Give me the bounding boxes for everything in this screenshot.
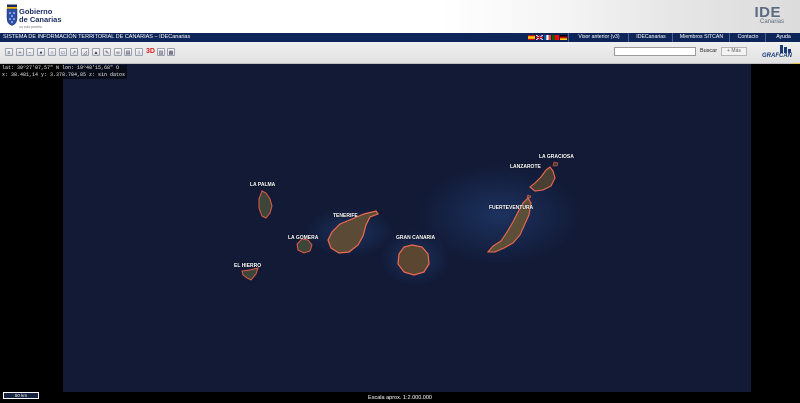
nav-link-visor-anterior[interactable]: Visor anterior (v3) — [568, 33, 629, 42]
satellite-map — [63, 64, 751, 392]
nav-link-ayuda[interactable]: Ayuda — [765, 33, 800, 42]
flag-pt-icon[interactable] — [552, 34, 559, 40]
label-el-hierro: EL HIERRO — [234, 263, 262, 269]
header-banner — [440, 0, 800, 33]
grafcan-brand[interactable]: GRAFCAN — [762, 53, 792, 60]
label-la-gomera: LA GOMERA — [288, 235, 319, 241]
search-input[interactable] — [614, 47, 696, 56]
map-view[interactable]: lat: 30º27'07,57" N lon: 19º48'15,68" O … — [0, 64, 800, 392]
more-button[interactable]: + Más — [721, 47, 747, 56]
flag-de-icon[interactable] — [560, 34, 567, 40]
print-icon[interactable]: ▤ — [124, 48, 132, 56]
globe-icon[interactable]: ● — [37, 48, 45, 56]
label-gran-canaria: GRAN CANARIA — [396, 235, 436, 241]
navbar: SISTEMA DE INFORMACIÓN TERRITORIAL DE CA… — [0, 33, 800, 42]
zoom-extent-icon[interactable]: ○ — [48, 48, 56, 56]
nav-link-idecanarias[interactable]: IDECanarias — [628, 33, 673, 42]
logo-tagline: un solo pueblo — [19, 24, 42, 29]
scale-text: Escala aprox. 1:2.000.000 — [368, 395, 432, 401]
header: Gobierno de Canarias un solo pueblo IDE … — [0, 0, 800, 33]
label-lanzarote: LANZAROTE — [510, 164, 541, 170]
label-tenerife: TENERIFE — [333, 213, 358, 219]
split-view-icon[interactable]: ▥ — [157, 48, 165, 56]
info-icon[interactable]: i — [135, 48, 143, 56]
flag-es-icon[interactable] — [528, 34, 535, 40]
coords-xyz: x: 38.481,14 y: 3.378.704,85 z: sin dato… — [2, 72, 126, 78]
logo-line2[interactable]: de Canarias — [19, 16, 62, 24]
nav-link-miembros-sitcan[interactable]: Miembros SITCAN — [672, 33, 730, 42]
ide-brand-subtitle: Canarias — [759, 19, 784, 25]
label-la-palma: LA PALMA — [250, 182, 276, 188]
view-3d-button[interactable]: 3D — [146, 47, 155, 57]
link-icon[interactable]: ∞ — [114, 48, 122, 56]
zoom-box-icon[interactable]: ▭ — [59, 48, 67, 56]
label-fuerteventura: FUERTEVENTURA — [489, 205, 534, 211]
measure-area-icon[interactable]: ◿ — [81, 48, 89, 56]
layers-icon[interactable]: ≡ — [5, 48, 13, 56]
ocean-area — [63, 64, 751, 392]
label-la-graciosa: LA GRACIOSA — [539, 154, 574, 160]
nav-link-contacto[interactable]: Contacto — [729, 33, 766, 42]
profile-icon[interactable]: ▲ — [92, 48, 100, 56]
zoom-in-icon[interactable]: + — [16, 48, 24, 56]
zoom-out-icon[interactable]: − — [26, 48, 34, 56]
ide-brand-title[interactable]: IDE — [754, 5, 781, 20]
coords-latlon: lat: 30º27'07,57" N lon: 19º48'15,68" O — [2, 65, 120, 71]
government-shield-icon — [6, 4, 18, 26]
island-la-graciosa — [552, 161, 559, 167]
draw-icon[interactable]: ✎ — [103, 48, 111, 56]
search-button[interactable]: Buscar — [698, 47, 719, 56]
grid-icon[interactable]: ▦ — [167, 48, 175, 56]
grafcan-logo-icon — [780, 45, 791, 53]
flag-en-icon[interactable] — [536, 34, 543, 40]
measure-distance-icon[interactable]: ↗ — [70, 48, 78, 56]
nav-title: SISTEMA DE INFORMACIÓN TERRITORIAL DE CA… — [3, 34, 191, 40]
coordinates-readout: lat: 30º27'07,57" N lon: 19º48'15,68" O … — [0, 65, 128, 79]
flag-fr-icon[interactable] — [544, 34, 551, 40]
island-gran-canaria — [397, 244, 430, 276]
